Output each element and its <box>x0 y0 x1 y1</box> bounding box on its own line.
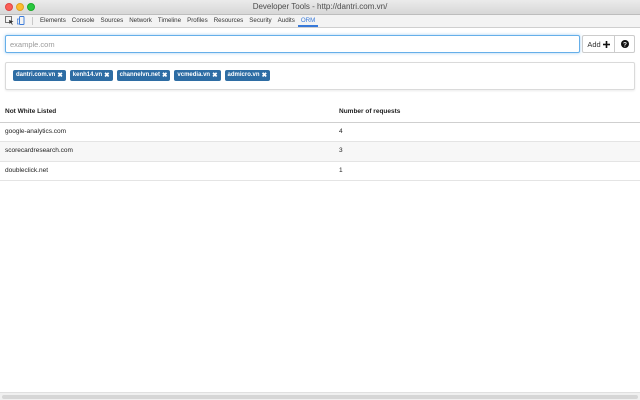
window-title: Developer Tools - http://dantri.com.vn/ <box>252 2 388 11</box>
tab-sources[interactable]: Sources <box>98 15 127 27</box>
tab-console[interactable]: Console <box>69 15 98 27</box>
whitelist-tags: dantri.com.vn ✖ kenh14.vn ✖ channelvn.ne… <box>13 70 271 81</box>
add-button[interactable]: Add <box>582 35 615 53</box>
device-mode-icon[interactable] <box>17 16 26 25</box>
remove-tag-icon[interactable]: ✖ <box>262 70 267 81</box>
tag-label: channelvn.net <box>119 72 160 78</box>
tag-label: dantri.com.vn <box>16 72 56 78</box>
devtools-toolbar: Elements Console Sources Network Timelin… <box>0 15 640 28</box>
add-domain-row: Add ? <box>5 35 635 53</box>
whitelist-tag[interactable]: vcmedia.vn ✖ <box>174 70 221 81</box>
table-header-row: Not White Listed Number of requests <box>0 103 640 123</box>
whitelist-tag[interactable]: admicro.vn ✖ <box>224 70 271 81</box>
table-row: google-analytics.com 4 <box>0 123 640 142</box>
svg-text:?: ? <box>623 41 627 48</box>
request-count-cell: 3 <box>339 147 343 154</box>
whitelist-tag[interactable]: dantri.com.vn ✖ <box>13 70 66 81</box>
whitelist-tag[interactable]: kenh14.vn ✖ <box>69 70 113 81</box>
request-count-cell: 1 <box>339 166 343 174</box>
panel-tabs: Elements Console Sources Network Timelin… <box>37 15 319 27</box>
horizontal-scrollbar[interactable] <box>0 392 640 400</box>
domain-input[interactable] <box>5 35 580 53</box>
column-header-domain: Not White Listed <box>5 108 57 115</box>
tab-network[interactable]: Network <box>126 15 155 27</box>
whitelist-tag[interactable]: channelvn.net ✖ <box>116 70 171 81</box>
domain-cell: doubleclick.net <box>5 166 48 174</box>
table-row: scorecardresearch.com 3 <box>0 142 640 162</box>
remove-tag-icon[interactable]: ✖ <box>57 70 62 81</box>
column-header-requests: Number of requests <box>339 108 401 115</box>
tab-orm[interactable]: ORM <box>297 15 319 27</box>
plus-icon <box>602 40 610 48</box>
question-icon: ? <box>620 40 629 48</box>
remove-tag-icon[interactable]: ✖ <box>162 70 167 81</box>
tag-label: vcmedia.vn <box>177 72 211 78</box>
domain-cell: google-analytics.com <box>5 127 67 135</box>
tag-label: admicro.vn <box>227 72 260 78</box>
tab-profiles[interactable]: Profiles <box>184 15 211 27</box>
toolbar-divider <box>32 17 33 25</box>
tab-elements[interactable]: Elements <box>37 15 69 27</box>
window-titlebar: Developer Tools - http://dantri.com.vn/ <box>0 0 640 15</box>
add-button-label: Add <box>587 39 601 49</box>
remove-tag-icon[interactable]: ✖ <box>212 70 217 81</box>
tab-resources[interactable]: Resources <box>211 15 247 27</box>
scrollbar-thumb[interactable] <box>2 395 638 399</box>
tab-security[interactable]: Security <box>246 15 274 27</box>
requests-table: Not White Listed Number of requests goog… <box>0 103 640 181</box>
remove-tag-icon[interactable]: ✖ <box>104 70 109 81</box>
domain-cell: scorecardresearch.com <box>5 147 73 154</box>
request-count-cell: 4 <box>339 127 343 135</box>
whitelist-panel: dantri.com.vn ✖ kenh14.vn ✖ channelvn.ne… <box>5 62 635 90</box>
tab-timeline[interactable]: Timeline <box>155 15 184 27</box>
inspect-element-icon[interactable] <box>5 16 14 25</box>
help-button[interactable]: ? <box>615 35 635 53</box>
table-row: doubleclick.net 1 <box>0 162 640 181</box>
tab-audits[interactable]: Audits <box>275 15 298 27</box>
tag-label: kenh14.vn <box>72 72 103 78</box>
